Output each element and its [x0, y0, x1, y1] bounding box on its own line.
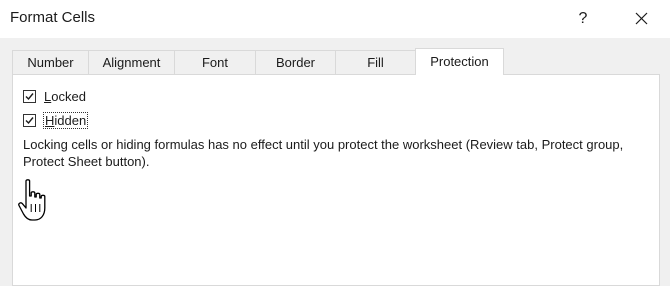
checkmark-icon [25, 93, 34, 101]
tab-font[interactable]: Font [174, 50, 256, 74]
locked-label[interactable]: Locked [44, 89, 86, 104]
help-button[interactable]: ? [568, 4, 598, 34]
format-cells-dialog: Format Cells ? Number Alignment Font Bor… [0, 0, 670, 286]
tab-alignment[interactable]: Alignment [88, 50, 175, 74]
tab-fill[interactable]: Fill [335, 50, 416, 74]
hidden-label[interactable]: Hidden [42, 112, 89, 129]
tab-number[interactable]: Number [12, 50, 89, 74]
checkmark-icon [25, 117, 34, 125]
close-icon [635, 12, 648, 25]
tab-border[interactable]: Border [255, 50, 336, 74]
protection-note: Locking cells or hiding formulas has no … [23, 137, 624, 169]
locked-checkbox[interactable] [23, 90, 36, 103]
protection-panel: Locked Hidden Locking cells or hiding fo… [12, 74, 660, 286]
tab-strip: Number Alignment Font Border Fill Protec… [12, 48, 662, 75]
hidden-checkbox[interactable] [23, 114, 36, 127]
tab-protection[interactable]: Protection [415, 48, 504, 75]
hand-pointer-cursor-icon [18, 179, 46, 221]
dialog-title: Format Cells [10, 9, 96, 26]
close-button[interactable] [626, 4, 656, 34]
title-bar: Format Cells ? [0, 0, 670, 38]
dialog-body: Number Alignment Font Border Fill Protec… [0, 38, 670, 286]
